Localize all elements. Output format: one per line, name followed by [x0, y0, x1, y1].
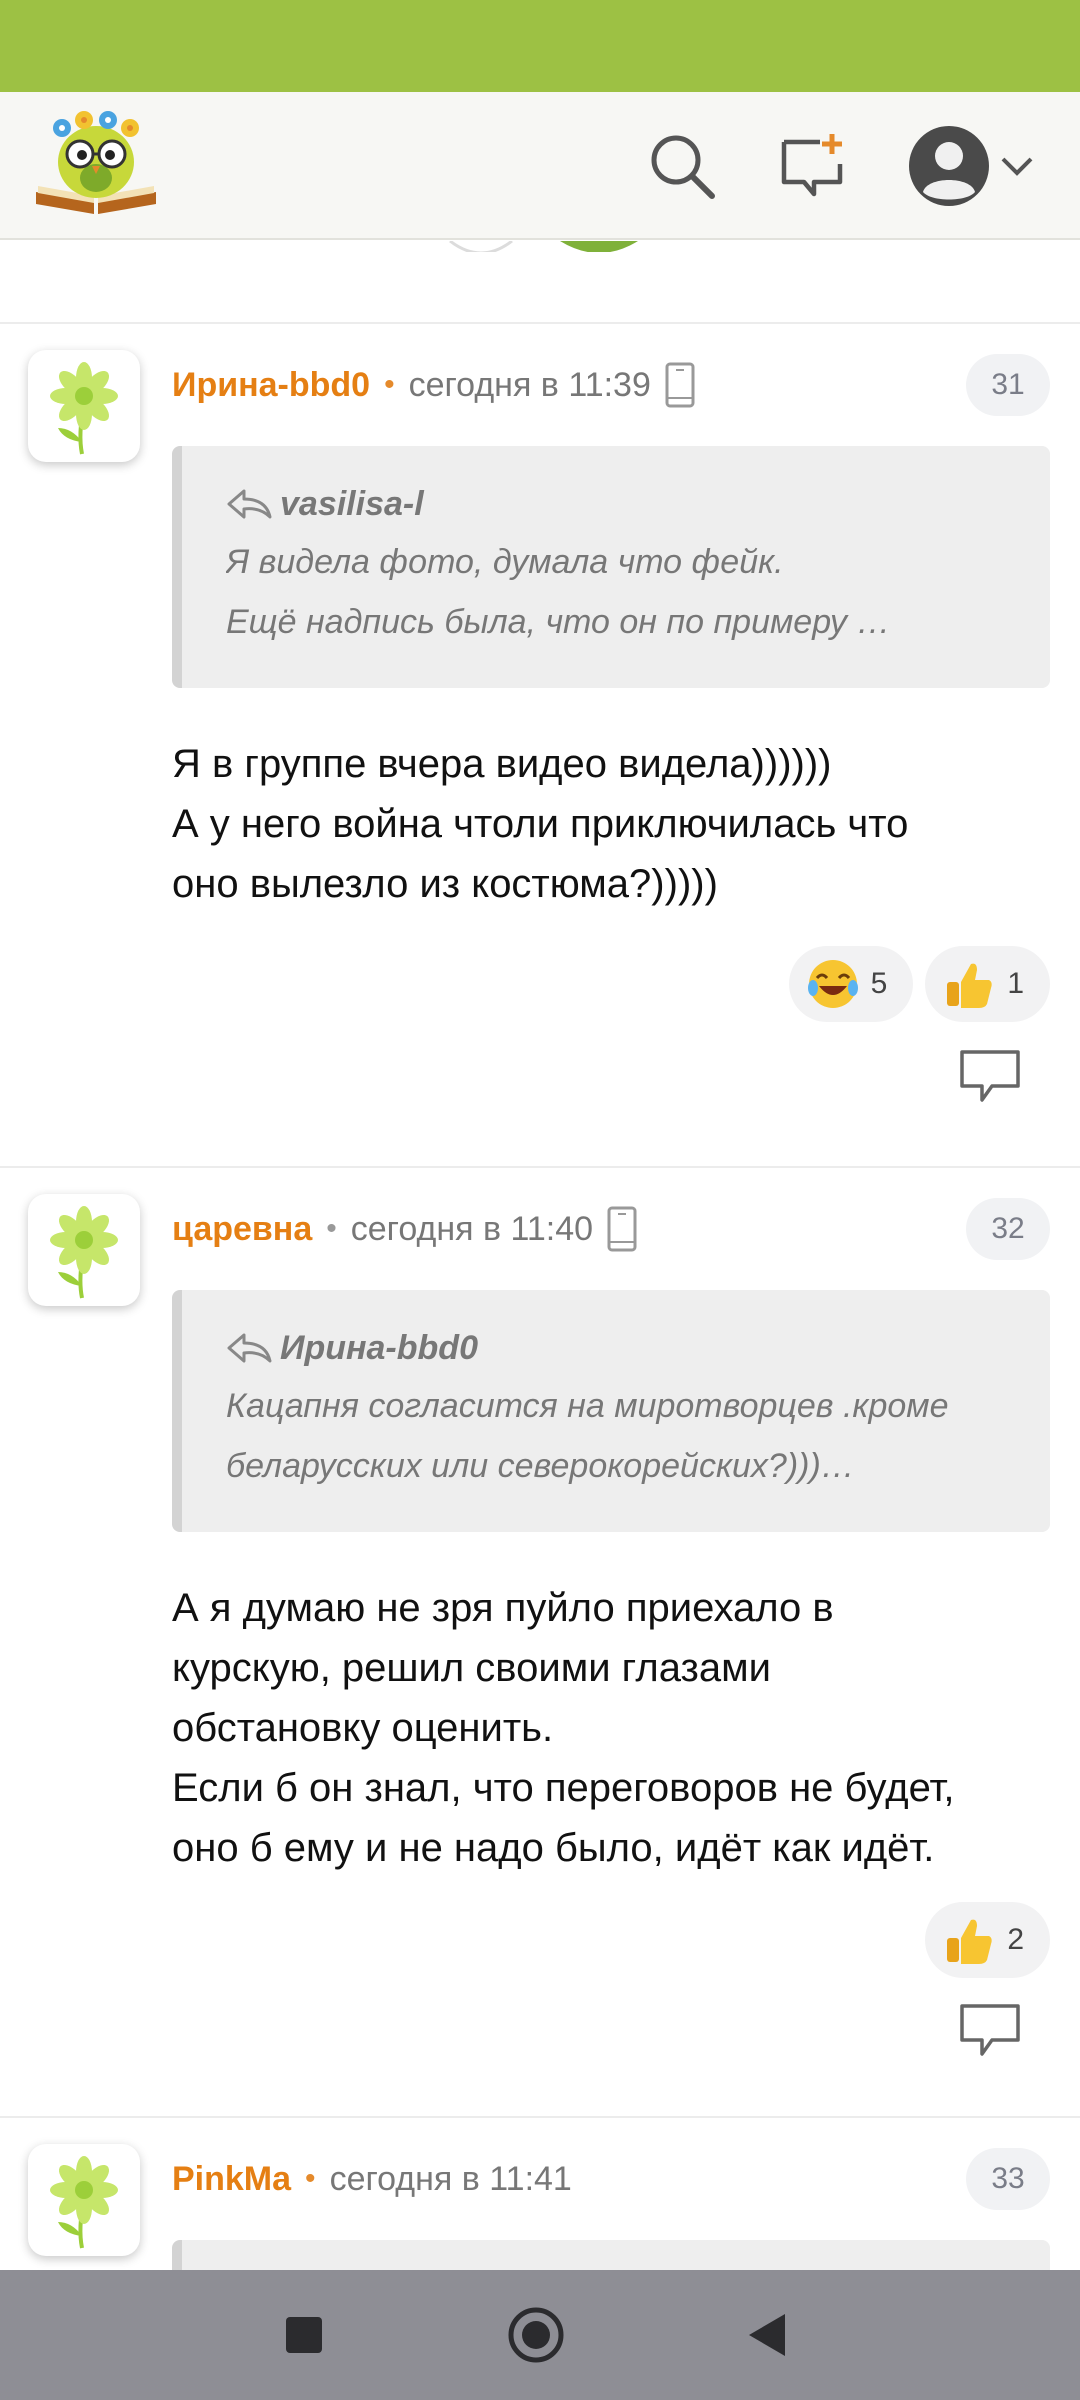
new-post-icon — [781, 134, 843, 197]
comment-text-line: А я думаю не зря пуйло приехало в — [172, 1586, 834, 1630]
comment-text-line: Если б он знал, что переговоров не будет… — [172, 1766, 955, 1810]
avatar[interactable] — [28, 350, 140, 462]
comment-time: сегодня в 11:40 — [350, 1209, 594, 1248]
quote-text-line: Кацапня согласится на миротворцев .кроме — [226, 1387, 949, 1425]
comment-number-badge[interactable]: 31 — [966, 354, 1050, 416]
quote-author-name: Ирина-bbd0 — [280, 1328, 478, 1367]
reply-arrow-icon — [227, 489, 272, 519]
thumbs-up-emoji-icon — [943, 1914, 995, 1966]
reaction-count: 5 — [870, 967, 888, 1000]
reaction-like[interactable]: 1 — [925, 946, 1050, 1022]
comment-text-line: курскую, решил своими глазами — [172, 1646, 771, 1690]
search-icon — [651, 135, 715, 199]
app-header — [0, 92, 1080, 240]
reply-button[interactable] — [958, 1048, 1022, 1104]
comment-header: PinkMa • сегодня в 11:41 33 — [172, 2148, 1050, 2210]
comment: царевна • сегодня в 11:40 32 Ирина-bbd0 … — [0, 1166, 1080, 2116]
home-circle-icon — [508, 2307, 564, 2363]
daisy-avatar-icon — [50, 362, 118, 455]
owl-logo[interactable] — [32, 106, 160, 218]
profile-menu-button[interactable] — [898, 126, 1046, 206]
daisy-avatar-icon — [50, 2156, 118, 2249]
comment-header: царевна • сегодня в 11:40 32 — [172, 1198, 1050, 1260]
reaction-count: 2 — [1007, 1923, 1024, 1956]
comment-header: Ирина-bbd0 • сегодня в 11:39 31 — [172, 354, 1050, 416]
quote-text-line: Я видела фото, думала что фейк. — [226, 543, 784, 581]
author-name[interactable]: PinkMa — [172, 2160, 291, 2199]
recents-square-icon — [286, 2317, 322, 2353]
back-triangle-icon — [749, 2314, 785, 2356]
new-post-button[interactable] — [774, 126, 854, 206]
separator-dot: • — [326, 1212, 337, 1245]
comment-text-line: А у него война чтоли приключилась что — [172, 802, 909, 846]
separator-dot: • — [305, 2162, 316, 2195]
comment-text-line: обстановку оценить. — [172, 1706, 554, 1750]
comment-number-badge[interactable]: 32 — [966, 1198, 1050, 1260]
comment: Ирина-bbd0 • сегодня в 11:39 31 vasilisa… — [0, 322, 1080, 1166]
back-button[interactable] — [728, 2295, 808, 2375]
author-name[interactable]: Ирина-bbd0 — [172, 366, 370, 405]
home-button[interactable] — [496, 2295, 576, 2375]
hidden-green-button-edge — [560, 240, 638, 252]
author-name[interactable]: царевна — [172, 1210, 312, 1249]
quote-text-line: беларусских или северокорейских?)))… — [226, 1447, 855, 1485]
thumbs-up-emoji-icon — [943, 958, 995, 1010]
laughing-emoji-icon — [807, 958, 859, 1010]
comment-text-line: оно б ему и не надо было, идёт как идёт. — [172, 1826, 935, 1870]
quote-author: Ирина-bbd0 — [226, 1320, 1006, 1376]
reaction-like[interactable]: 2 — [925, 1902, 1050, 1978]
reply-arrow-icon — [227, 1333, 272, 1363]
reaction-laughing[interactable]: 5 — [788, 946, 914, 1022]
reply-button[interactable] — [958, 2002, 1022, 2058]
comments-list: Ирина-bbd0 • сегодня в 11:39 31 vasilisa… — [0, 322, 1080, 2400]
chevron-down-icon — [1001, 157, 1033, 176]
avatar[interactable] — [28, 2144, 140, 2256]
separator-dot: • — [384, 368, 395, 401]
status-bar — [0, 0, 1080, 92]
comment-time: сегодня в 11:41 — [329, 2159, 572, 2198]
hidden-button-edge — [448, 240, 514, 252]
quoted-reply[interactable]: Ирина-bbd0 Кацапня согласится на миротво… — [172, 1290, 1050, 1532]
comment-number-badge[interactable]: 33 — [966, 2148, 1050, 2210]
reaction-count: 1 — [1007, 967, 1024, 1000]
mobile-device-icon — [607, 1206, 637, 1252]
search-button[interactable] — [642, 126, 722, 206]
avatar[interactable] — [28, 1194, 140, 1306]
quote-text-line: Ещё надпись была, что он по примеру … — [226, 603, 891, 641]
reply-bubble-icon — [960, 1050, 1020, 1102]
comment-time: сегодня в 11:39 — [408, 365, 651, 404]
comment-text-line: оно вылезло из костюма?))))) — [172, 862, 718, 906]
mobile-device-icon — [665, 362, 695, 408]
reactions-bar: 5 1 — [788, 946, 1050, 1022]
reply-bubble-icon — [960, 2004, 1020, 2056]
quoted-reply[interactable]: vasilisa-l Я видела фото, думала что фей… — [172, 446, 1050, 688]
comment-text: Я в группе вчера видео видела)))))) А у … — [172, 734, 1050, 914]
comment-text: А я думаю не зря пуйло приехало в курску… — [172, 1578, 1050, 1878]
daisy-avatar-icon — [50, 1206, 118, 1299]
quote-author: vasilisa-l — [226, 476, 1006, 532]
system-nav-bar — [0, 2270, 1080, 2400]
profile-icon — [909, 126, 989, 206]
recents-button[interactable] — [264, 2295, 344, 2375]
quote-author-name: vasilisa-l — [280, 484, 424, 523]
reactions-bar: 2 — [925, 1902, 1050, 1978]
comment-text-line: Я в группе вчера видео видела)))))) — [172, 742, 832, 786]
